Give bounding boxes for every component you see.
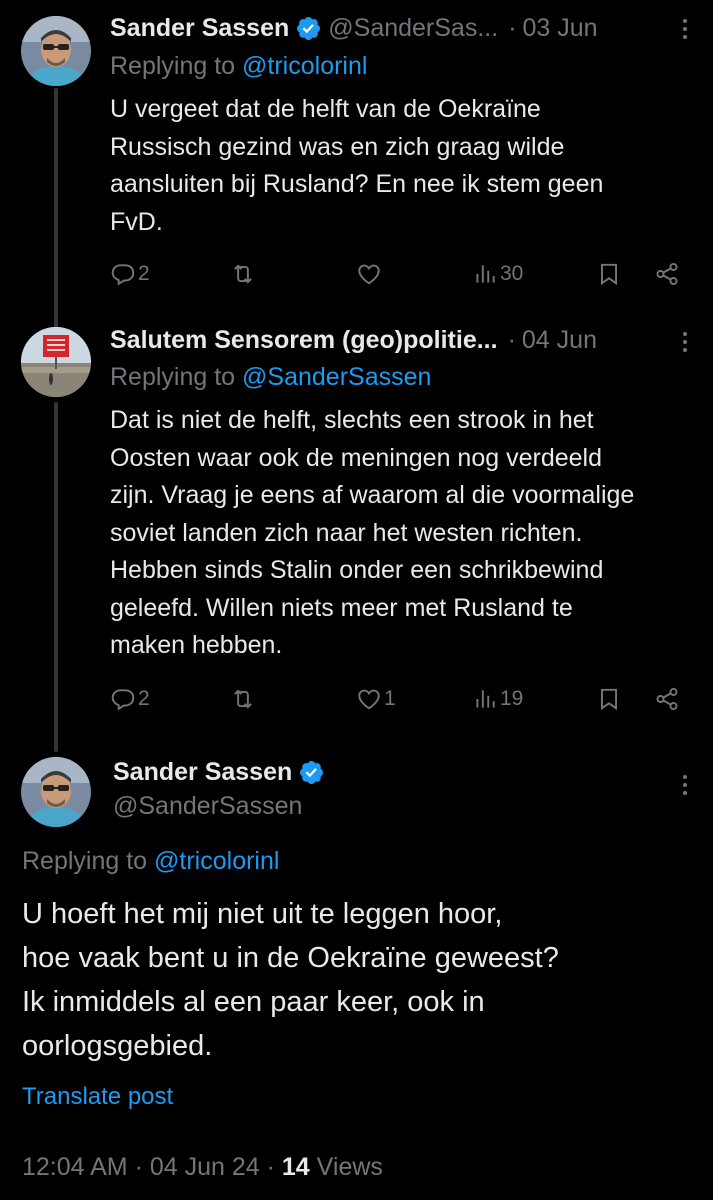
views-count: 19 [500, 687, 524, 710]
repost-icon [234, 264, 252, 284]
tweet-date[interactable]: 03 Jun [523, 14, 598, 43]
author-handle[interactable]: @SanderSas... [328, 14, 498, 43]
author-handle[interactable]: @SanderSassen [113, 792, 302, 821]
main-tweet-header: Sander Sassen [113, 756, 331, 788]
tweet-meta: 12:04 AM · 04 Jun 24 · 14 Views [22, 1153, 383, 1182]
author-name[interactable]: Salutem Sensorem (geo)politie... [110, 326, 498, 355]
bookmark-icon [600, 688, 618, 711]
separator-dot: · [508, 13, 517, 42]
author-name[interactable]: Sander Sassen [110, 14, 289, 43]
views-icon [476, 690, 495, 708]
verified-badge-icon [297, 16, 321, 40]
tweet-time[interactable]: 12:04 AM [22, 1153, 128, 1181]
mention-link[interactable]: @SanderSassen [242, 363, 431, 391]
replying-to: Replying to @tricolorinl [22, 847, 279, 876]
main-tweet-text: U hoeft het mij niet uit te leggen hoor,… [22, 898, 559, 1062]
share-button[interactable] [654, 261, 680, 287]
more-icon[interactable] [673, 330, 697, 354]
meta-separator: · [259, 1153, 282, 1181]
meta-separator: · [127, 1153, 150, 1181]
avatar[interactable] [21, 757, 91, 827]
like-button[interactable]: 1 [356, 686, 396, 712]
views-button[interactable]: 19 [472, 686, 523, 712]
bookmark-button[interactable] [596, 261, 622, 287]
tweet-date[interactable]: 04 Jun [522, 326, 597, 355]
replying-to: Replying to @SanderSassen [110, 363, 431, 392]
bookmark-button[interactable] [596, 686, 622, 712]
more-icon[interactable] [673, 17, 697, 41]
reply-button[interactable]: 2 [110, 686, 150, 712]
mention-link[interactable]: @tricolorinl [242, 52, 367, 80]
like-count: 1 [384, 687, 396, 710]
replying-prefix: Replying to [22, 847, 155, 875]
replying-to: Replying to @tricolorinl [110, 52, 367, 81]
avatar[interactable] [21, 16, 91, 86]
views-icon [476, 265, 495, 283]
replying-prefix: Replying to [110, 52, 243, 80]
translate-post-link[interactable]: Translate post [22, 1083, 173, 1111]
repost-button[interactable] [230, 261, 258, 287]
thread-line [54, 88, 58, 328]
share-icon [656, 687, 678, 711]
repost-icon [234, 689, 252, 709]
share-button[interactable] [654, 686, 680, 712]
reply-icon [111, 689, 135, 711]
tweet-header: Sander Sassen @SanderSas... · 03 Jun [110, 12, 598, 44]
tweet-header: Salutem Sensorem (geo)politie... · 04 Ju… [110, 324, 597, 356]
like-button[interactable] [356, 261, 384, 287]
tweet-actions: 2 30 [110, 261, 686, 291]
separator-dot: · [507, 325, 516, 354]
replying-prefix: Replying to [110, 363, 243, 391]
thread-line [54, 402, 58, 752]
reply-count: 2 [138, 687, 150, 710]
avatar[interactable] [21, 327, 91, 397]
views-count[interactable]: 14 [282, 1153, 310, 1181]
author-name[interactable]: Sander Sassen [113, 758, 292, 787]
like-icon [358, 689, 380, 710]
tweet-text: Dat is niet de helft, slechts een strook… [110, 406, 635, 659]
verified-badge-icon [300, 760, 324, 784]
repost-button[interactable] [230, 686, 258, 712]
tweet-actions: 2 1 19 [110, 686, 686, 716]
reply-count: 2 [138, 262, 150, 285]
tweet-date[interactable]: 04 Jun 24 [150, 1153, 260, 1181]
more-icon[interactable] [673, 773, 697, 797]
reply-button[interactable]: 2 [110, 261, 150, 287]
reply-icon [111, 264, 135, 286]
views-count: 30 [500, 262, 524, 285]
tweet-text: U vergeet dat de helft van de Oekraïne R… [110, 95, 604, 236]
mention-link[interactable]: @tricolorinl [154, 847, 279, 875]
bookmark-icon [600, 263, 618, 286]
share-icon [656, 262, 678, 286]
views-button[interactable]: 30 [472, 261, 523, 287]
views-label: Views [309, 1153, 383, 1181]
like-icon [358, 264, 380, 285]
